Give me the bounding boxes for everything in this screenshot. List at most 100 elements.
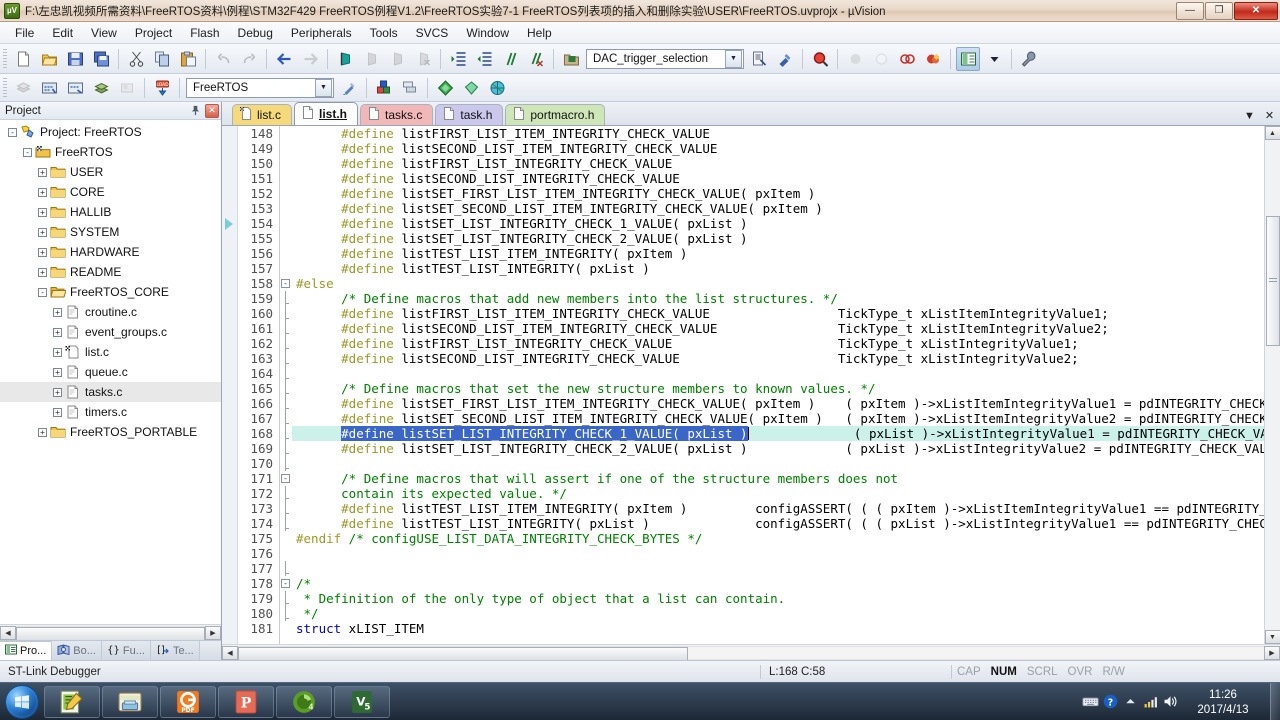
project-tree[interactable]: - Project: FreeRTOS - FreeRTOS + USER + CORE + HA… — [0, 120, 221, 624]
fold-marker[interactable] — [280, 201, 292, 216]
toolbar-grip[interactable] — [3, 48, 7, 69]
fold-marker[interactable]: - — [280, 576, 292, 591]
code-line[interactable]: * Definition of the only type of object … — [292, 591, 1280, 606]
keyboard-icon[interactable] — [1080, 689, 1100, 715]
fold-collapse-icon[interactable]: - — [281, 474, 290, 483]
target-select[interactable]: DAC_trigger_selection ▼ — [586, 48, 744, 69]
scroll-thumb[interactable] — [238, 646, 688, 661]
fold-marker[interactable] — [280, 606, 292, 621]
tree-item-freertos-core[interactable]: - FreeRTOS_CORE — [0, 282, 221, 302]
code-line[interactable]: #define listTEST_LIST_INTEGRITY( pxList … — [292, 261, 1280, 276]
network-icon[interactable] — [1140, 689, 1160, 715]
target-options-icon-button[interactable] — [559, 47, 583, 71]
code-line[interactable]: #define listSECOND_LIST_ITEM_INTEGRITY_C… — [292, 321, 1280, 336]
fold-marker[interactable] — [280, 411, 292, 426]
menu-peripherals[interactable]: Peripherals — [282, 24, 361, 42]
panel-tab-te[interactable]: [] Te... — [150, 641, 200, 660]
menu-view[interactable]: View — [82, 24, 126, 42]
tree-item-system[interactable]: + SYSTEM — [0, 222, 221, 242]
code-line[interactable] — [292, 456, 1280, 471]
fold-marker[interactable] — [280, 381, 292, 396]
fold-marker[interactable] — [280, 426, 292, 441]
fold-collapse-icon[interactable]: - — [281, 579, 290, 588]
scroll-thumb[interactable] — [1265, 216, 1280, 346]
panel-tab-pro[interactable]: Pro... — [0, 641, 53, 660]
code-line[interactable]: #define listSECOND_LIST_ITEM_INTEGRITY_C… — [292, 141, 1280, 156]
build-target-button[interactable] — [37, 76, 61, 100]
target-options-button[interactable] — [747, 47, 771, 71]
tree-item-readme[interactable]: + README — [0, 262, 221, 282]
fold-marker[interactable] — [280, 396, 292, 411]
code-line[interactable]: /* Define macros that set the new struct… — [292, 381, 1280, 396]
notepadpp-icon[interactable] — [44, 685, 100, 718]
scroll-down-arrow-icon[interactable]: ▼ — [1264, 630, 1280, 644]
menu-debug[interactable]: Debug — [229, 24, 282, 42]
close-button[interactable]: ✕ — [1234, 1, 1278, 20]
download-to-flash-button[interactable]: LOAD — [150, 76, 174, 100]
cut-button[interactable] — [124, 47, 148, 71]
paste-button[interactable] — [176, 47, 200, 71]
manage-runtime-env-button[interactable] — [372, 76, 396, 100]
fold-marker[interactable] — [280, 261, 292, 276]
redo-button[interactable] — [237, 47, 261, 71]
toolbar-grip[interactable] — [3, 77, 7, 98]
tree-item-list-c[interactable]: + list.c — [0, 342, 221, 362]
menu-help[interactable]: Help — [518, 24, 561, 42]
back-navigate-button[interactable] — [272, 47, 296, 71]
project-window-dropdown[interactable] — [982, 47, 1006, 71]
new-file-button[interactable] — [11, 47, 35, 71]
tree-item-queue-c[interactable]: + queue.c — [0, 362, 221, 382]
close-icon[interactable]: ✕ — [205, 103, 219, 118]
code-line[interactable] — [292, 546, 1280, 561]
fold-marker[interactable] — [280, 231, 292, 246]
rebuild-all-button[interactable] — [63, 76, 87, 100]
expand-toggle-icon[interactable]: + — [38, 207, 47, 217]
fold-marker[interactable] — [280, 456, 292, 471]
foxit-pdf-icon[interactable]: PDF — [160, 685, 216, 718]
code-line[interactable]: */ — [292, 606, 1280, 621]
scroll-track[interactable] — [16, 625, 205, 641]
comment-button[interactable] — [498, 47, 522, 71]
kill-all-breakpoints-button[interactable] — [921, 47, 945, 71]
save-button[interactable] — [63, 47, 87, 71]
fold-marker[interactable] — [280, 291, 292, 306]
menu-window[interactable]: Window — [457, 24, 518, 42]
code-line[interactable]: struct xLIST_ITEM — [292, 621, 1280, 636]
code-viewport[interactable]: 148 149 150 151 152 153 154 155 156 157 158 159 160 1… — [222, 126, 1280, 644]
fold-marker[interactable] — [280, 441, 292, 456]
pack-installer-globe-button[interactable] — [485, 76, 509, 100]
scroll-left-arrow-icon[interactable]: ◀ — [222, 645, 238, 660]
fold-marker[interactable] — [280, 186, 292, 201]
fold-marker[interactable] — [280, 216, 292, 231]
chevron-down-icon[interactable]: ▼ — [315, 78, 332, 97]
start-orb-icon[interactable] — [5, 684, 39, 719]
minimize-button[interactable]: — — [1176, 1, 1204, 20]
editor-tab-tasks-c[interactable]: tasks.c — [360, 104, 434, 125]
find-in-files-button[interactable] — [808, 47, 832, 71]
code-line[interactable]: #define listTEST_LIST_ITEM_INTEGRITY( px… — [292, 246, 1280, 261]
360-browser-icon[interactable]: 4 — [276, 685, 332, 718]
indent-button[interactable] — [446, 47, 470, 71]
expand-toggle-icon[interactable]: + — [38, 187, 47, 197]
tree-item-croutine-c[interactable]: + croutine.c — [0, 302, 221, 322]
disable-all-breakpoints-button[interactable] — [895, 47, 919, 71]
insert-breakpoint-button[interactable] — [843, 47, 867, 71]
fold-marker[interactable] — [280, 336, 292, 351]
collapse-toggle-icon[interactable]: - — [8, 127, 17, 137]
fold-marker[interactable] — [280, 501, 292, 516]
open-file-button[interactable] — [37, 47, 61, 71]
editor-tab-task-h[interactable]: task.h — [435, 104, 504, 125]
uvision-taskbar-icon[interactable]: V5 — [334, 685, 390, 718]
fold-marker[interactable] — [280, 591, 292, 606]
scroll-up-arrow-icon[interactable]: ▲ — [1264, 126, 1280, 140]
code-line[interactable]: #endif /* configUSE_LIST_DATA_INTEGRITY_… — [292, 531, 1280, 546]
code-line[interactable]: #define listTEST_LIST_INTEGRITY( pxList … — [292, 516, 1280, 531]
tree-item-user[interactable]: + USER — [0, 162, 221, 182]
code-fold-gutter[interactable]: - - - — [280, 126, 292, 644]
help-icon[interactable]: ? — [1100, 689, 1120, 715]
panel-tab-fu[interactable]: {} Fu... — [101, 641, 151, 660]
code-line[interactable]: #define listSET_LIST_INTEGRITY_CHECK_2_V… — [292, 441, 1280, 456]
maximize-button[interactable]: ❐ — [1205, 1, 1233, 20]
collapse-toggle-icon[interactable]: - — [23, 147, 32, 157]
expand-toggle-icon[interactable]: + — [38, 227, 47, 237]
